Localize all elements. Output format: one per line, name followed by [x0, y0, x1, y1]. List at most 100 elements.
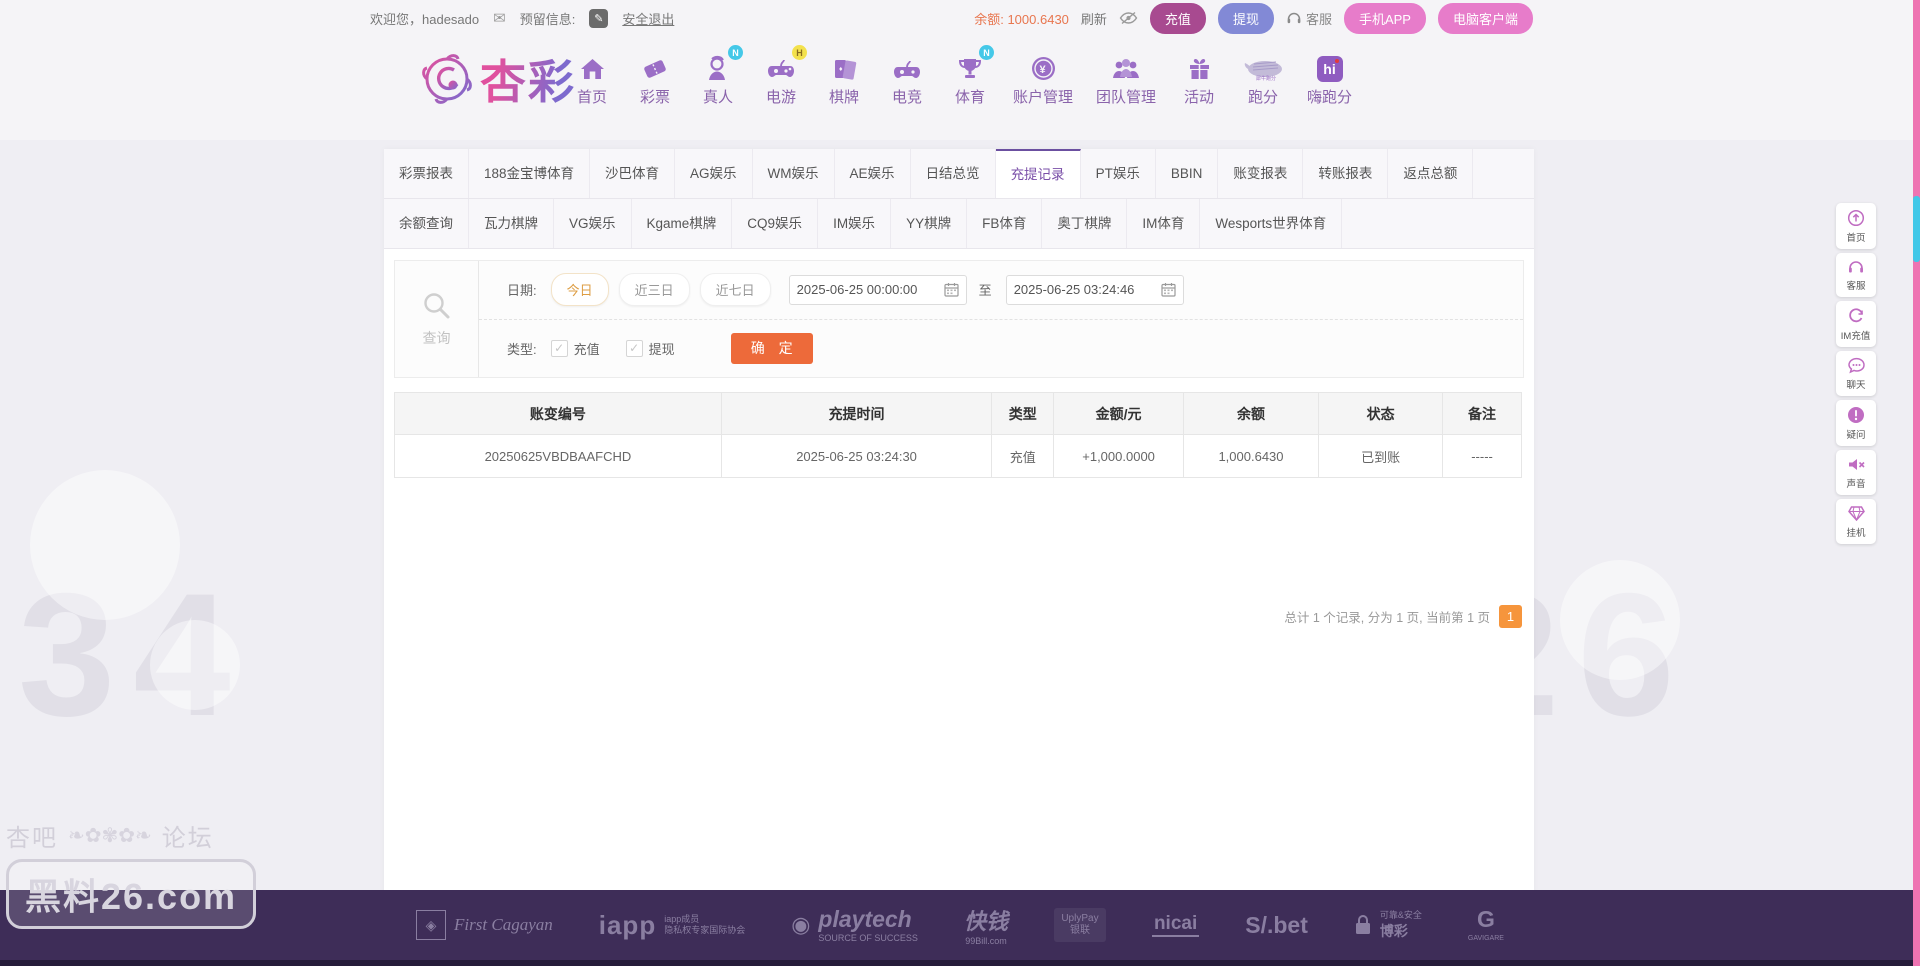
nav-item-team[interactable]: 团队管理 — [1096, 52, 1156, 107]
watermark-left-text: 杏吧 — [6, 825, 58, 852]
logo-safe-gaming: 可靠&安全 博彩 — [1354, 910, 1422, 941]
tab-im-entertainment[interactable]: IM娱乐 — [818, 199, 892, 248]
tab-wesports[interactable]: Wesports世界体育 — [1200, 199, 1343, 248]
tab-rebate-total[interactable]: 返点总额 — [1388, 149, 1474, 198]
nav-item-account[interactable]: ¥ 账户管理 — [1013, 52, 1073, 107]
nav-item-lottery[interactable]: 彩票 — [635, 52, 675, 107]
footer-bottom-strip — [0, 960, 1920, 966]
tab-deposit-withdraw-records[interactable]: 充提记录 — [995, 149, 1081, 198]
sidebar-item-home-top[interactable]: 首页 — [1836, 203, 1876, 249]
first-cagayan-seal-icon: ◈ — [416, 910, 447, 940]
type-checkbox-withdraw[interactable]: ✓ 提现 — [625, 339, 675, 358]
nav-item-live[interactable]: N 真人 — [698, 45, 743, 107]
tab-cq9[interactable]: CQ9娱乐 — [732, 199, 819, 248]
pagination: 总计 1 个记录, 分为 1 页, 当前第 1 页 1 — [1284, 605, 1522, 628]
tab-account-change-report[interactable]: 账变报表 — [1218, 149, 1304, 198]
checkbox-checked-icon: ✓ — [550, 339, 568, 357]
sidebar-item-im-recharge[interactable]: IM充值 — [1836, 301, 1876, 347]
topbar-left: 欢迎您，hadesado ✉ 预留信息: ✎ 安全退出 — [370, 0, 674, 36]
headset-icon — [1849, 261, 1863, 273]
eye-slash-icon[interactable] — [1119, 11, 1138, 25]
tab-188-sports[interactable]: 188金宝博体育 — [469, 149, 591, 198]
tab-wm[interactable]: WM娱乐 — [753, 149, 835, 198]
logout-link[interactable]: 安全退出 — [622, 9, 674, 28]
tab-fb-sports[interactable]: FB体育 — [967, 199, 1043, 248]
gamepad-icon: H — [766, 45, 807, 82]
nav-item-sports[interactable]: N 体育 — [950, 45, 994, 107]
tab-bbin[interactable]: BBIN — [1156, 149, 1219, 198]
tab-pt[interactable]: PT娱乐 — [1081, 149, 1156, 198]
quick-date-today[interactable]: 今日 — [550, 273, 609, 307]
esports-gamepad-icon — [892, 52, 922, 82]
site-header: 欢迎您，hadesado ✉ 预留信息: ✎ 安全退出 余额: 1000.643… — [0, 0, 1920, 140]
home-icon — [579, 52, 606, 82]
tab-lottery-report[interactable]: 彩票报表 — [384, 149, 469, 198]
tab-saba-sports[interactable]: 沙巴体育 — [590, 149, 676, 198]
mute-speaker-icon — [1848, 459, 1865, 470]
tab-balance-query[interactable]: 余额查询 — [384, 199, 469, 248]
main-nav: 首页 彩票 N 真人 H 电游 ♦ 棋牌 电竞 N 体育 ¥ 账户管理 团队管理… — [572, 45, 1352, 107]
nav-item-esports[interactable]: 电竞 — [887, 52, 927, 107]
checkbox-checked-icon: ✓ — [625, 339, 643, 357]
hi-app-icon: hi — [1316, 52, 1343, 82]
tab-kgame[interactable]: Kgame棋牌 — [632, 199, 733, 248]
nav-item-home[interactable]: 首页 — [572, 52, 612, 107]
pc-client-button[interactable]: 电脑客户端 — [1437, 2, 1533, 34]
tab-ag[interactable]: AG娱乐 — [675, 149, 753, 198]
trophy-icon: N — [957, 45, 994, 82]
quick-date-7days[interactable]: 近七日 — [699, 273, 771, 307]
search-icon — [423, 293, 449, 319]
logo-sbet: S/.bet — [1245, 911, 1308, 938]
diamond-icon — [1847, 506, 1865, 522]
mobile-app-button[interactable]: 手机APP — [1343, 2, 1426, 34]
tab-transfer-report[interactable]: 转账报表 — [1303, 149, 1389, 198]
refresh-link[interactable]: 刷新 — [1081, 9, 1107, 28]
date-to-input[interactable]: 2025-06-25 03:24:46 — [1005, 274, 1184, 305]
col-header-status: 状态 — [1318, 392, 1444, 435]
message-envelope-icon[interactable]: ✉ — [493, 9, 506, 27]
tab-vg[interactable]: VG娱乐 — [554, 199, 632, 248]
edit-pencil-icon[interactable]: ✎ — [589, 8, 609, 28]
tab-yy-chess[interactable]: YY棋牌 — [891, 199, 968, 248]
nav-item-boardgames[interactable]: ♦ 棋牌 — [824, 52, 864, 107]
customer-service-label: 客服 — [1305, 11, 1332, 27]
bg-ball-decor — [1560, 560, 1680, 680]
col-header-type: 类型 — [991, 392, 1055, 435]
tab-row-1: 彩票报表 188金宝博体育 沙巴体育 AG娱乐 WM娱乐 AE娱乐 日结总览 充… — [384, 149, 1534, 199]
cell-remark: ----- — [1442, 434, 1522, 478]
watermark-site-box: 黑料26.com — [6, 859, 257, 929]
sidebar-item-service[interactable]: 客服 — [1836, 253, 1876, 297]
date-from-input[interactable]: 2025-06-25 00:00:00 — [788, 274, 967, 305]
live-person-icon: N — [704, 45, 743, 82]
calendar-icon — [944, 283, 959, 297]
deposit-button[interactable]: 充值 — [1149, 2, 1206, 34]
floral-flourish-icon: ❧✿✾✿❧ — [68, 825, 152, 847]
sidebar-item-question[interactable]: 疑问 — [1836, 400, 1876, 446]
lock-icon — [1355, 915, 1370, 934]
sidebar-item-chat[interactable]: 聊天 — [1836, 351, 1876, 396]
sidebar-item-idle[interactable]: 挂机 — [1836, 499, 1876, 544]
tab-wali-chess[interactable]: 瓦力棋牌 — [469, 199, 554, 248]
withdraw-button[interactable]: 提现 — [1217, 2, 1274, 34]
sidebar-item-sound[interactable]: 声音 — [1836, 450, 1876, 495]
nav-item-hipaofen[interactable]: hi 嗨跑分 — [1307, 52, 1352, 107]
page-1-button[interactable]: 1 — [1499, 605, 1522, 628]
customer-service-link[interactable]: 客服 — [1286, 9, 1332, 28]
tab-daily-summary[interactable]: 日结总览 — [911, 149, 996, 198]
quick-date-3days[interactable]: 近三日 — [618, 273, 690, 307]
playtech-swirl-icon: ◉ — [791, 912, 811, 937]
rhino-logo-icon: 犀牛跑分 — [1242, 52, 1284, 82]
nav-item-egames[interactable]: H 电游 — [761, 45, 807, 107]
scrollbar-thumb[interactable] — [1913, 196, 1920, 262]
site-logo[interactable]: 杏彩 — [420, 46, 576, 112]
confirm-button[interactable]: 确 定 — [730, 332, 813, 364]
logo-nicai: nicai — [1151, 913, 1200, 937]
nav-item-promotions[interactable]: 活动 — [1179, 52, 1219, 107]
tab-aoding-chess[interactable]: 奥丁棋牌 — [1042, 199, 1128, 248]
tab-im-sports[interactable]: IM体育 — [1127, 199, 1201, 248]
coin-yen-icon: ¥ — [1030, 52, 1057, 82]
scrollbar-track[interactable] — [1913, 0, 1920, 966]
nav-item-paofen[interactable]: 犀牛跑分 跑分 — [1242, 52, 1284, 107]
tab-ae[interactable]: AE娱乐 — [835, 149, 911, 198]
type-checkbox-deposit[interactable]: ✓ 充值 — [550, 339, 600, 358]
